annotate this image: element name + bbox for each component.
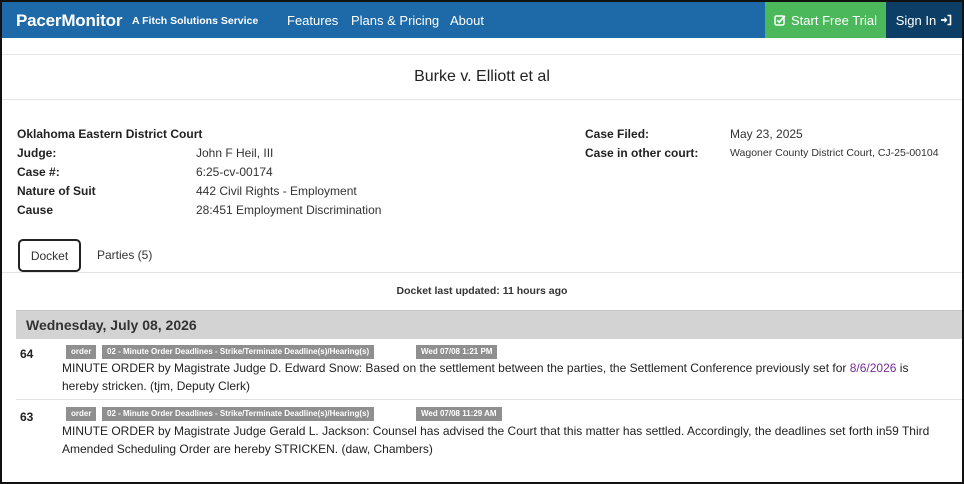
entry-divider [16,399,962,400]
entry-category-badge: 02 - Minute Order Deadlines - Strike/Ter… [102,345,375,359]
tabs-divider [2,272,962,273]
entry-description: MINUTE ORDER by Magistrate Judge Gerald … [62,424,930,456]
start-free-trial-label: Start Free Trial [791,12,877,28]
cause-label: Cause [17,203,54,217]
nav-link-features[interactable]: Features [287,13,338,28]
nature-of-suit-label: Nature of Suit [17,184,96,198]
case-filed-value: May 23, 2025 [730,127,803,141]
sign-in-label: Sign In [895,12,937,28]
entry-number: 64 [20,347,34,361]
tab-docket-label: Docket [30,248,69,263]
entry-type-badge: order [66,345,97,359]
sign-in-icon [940,14,952,26]
case-title-bar: Burke v. Elliott et al [2,54,962,100]
other-court-label: Case in other court: [585,146,699,160]
case-number-label: Case #: [17,165,60,179]
judge-label: Judge: [17,146,57,160]
nature-of-suit-value: 442 Civil Rights - Employment [196,184,357,198]
start-free-trial-button[interactable]: Start Free Trial [765,2,886,38]
case-number-value: 6:25-cv-00174 [196,165,273,179]
entry-number: 63 [20,410,34,424]
docket-last-updated: Docket last updated: 11 hours ago [396,285,568,297]
tab-parties[interactable]: Parties (5) [97,248,152,262]
top-navbar: PacerMonitor A Fitch Solutions Service F… [2,2,962,38]
entry-date-link[interactable]: 8/6/2026 [850,361,897,375]
entry-category-badge: 02 - Minute Order Deadlines - Strike/Ter… [102,407,375,421]
checkbox-edit-icon [774,14,786,26]
entry-text-start: MINUTE ORDER by Magistrate Judge D. Edwa… [62,361,850,375]
nav-link-about[interactable]: About [450,13,484,28]
cause-value: 28:451 Employment Discrimination [196,203,382,217]
entry-time-badge: Wed 07/08 1:21 PM [416,345,498,359]
court-name: Oklahoma Eastern District Court [17,127,203,141]
docket-date-header: Wednesday, July 08, 2026 [16,310,962,339]
entry-type-badge: order [66,407,97,421]
case-title: Burke v. Elliott et al [414,68,550,85]
entry-time-badge: Wed 07/08 11:29 AM [416,407,502,421]
entry-description: MINUTE ORDER by Magistrate Judge D. Edwa… [62,359,947,395]
judge-value: John F Heil, III [196,146,274,160]
brand-tagline: A Fitch Solutions Service [132,15,259,27]
brand-logo[interactable]: PacerMonitor [16,11,122,31]
nav-link-plans-pricing[interactable]: Plans & Pricing [351,13,439,28]
tab-docket[interactable]: Docket [18,239,81,272]
other-court-value: Wagoner County District Court, CJ-25-001… [730,147,939,159]
page: PacerMonitor A Fitch Solutions Service F… [0,0,964,484]
case-filed-label: Case Filed: [585,127,650,141]
sign-in-button[interactable]: Sign In [886,2,962,38]
docket-date-text: Wednesday, July 08, 2026 [26,317,197,333]
